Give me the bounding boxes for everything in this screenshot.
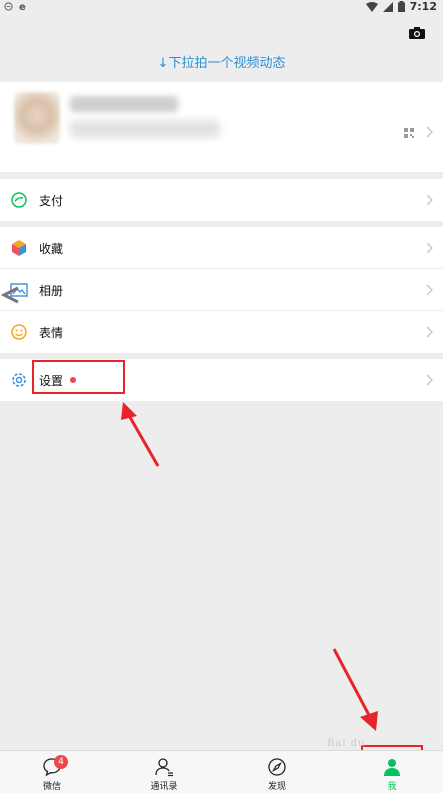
gear-icon [12, 373, 26, 387]
chevron-right-icon [426, 126, 433, 138]
annotation-arrow-settings [121, 402, 160, 467]
blurred-wechat-id [70, 120, 220, 138]
camera-icon[interactable] [409, 27, 425, 39]
tab-label: 发现 [267, 782, 286, 792]
contacts-icon [155, 758, 173, 777]
chevron-right-icon [426, 374, 433, 386]
compass-icon [268, 758, 286, 776]
chevron-right-icon [426, 242, 433, 254]
chevron-right-icon [426, 284, 433, 296]
menu-label: 支付 [39, 194, 64, 208]
qr-code-icon[interactable] [404, 128, 414, 138]
cube-icon [12, 240, 26, 256]
back-gesture-icon [0, 286, 19, 304]
tab-me[interactable]: 我 [362, 751, 422, 793]
tab-label: 通讯录 [150, 782, 178, 792]
menu-group-collections: 收藏 相册 表情 [0, 227, 443, 353]
unread-badge: 4 [54, 755, 68, 769]
tab-discover[interactable]: 发现 [247, 751, 307, 793]
menu-item-pay[interactable]: 支付 [0, 179, 443, 221]
menu-item-stickers[interactable]: 表情 [0, 311, 443, 353]
chevron-right-icon [426, 194, 433, 206]
menu-group-pay: 支付 [0, 179, 443, 221]
bottom-tab-bar: 4 微信 通讯录 发现 我 [0, 750, 443, 793]
profile-card[interactable] [0, 82, 443, 172]
menu-label: 表情 [39, 326, 64, 340]
clock: 7:12 [409, 0, 437, 13]
pull-down-hint: ↓下拉拍一个视频动态 [157, 56, 286, 71]
chevron-right-icon [426, 326, 433, 338]
avatar[interactable] [14, 92, 60, 144]
svg-text:e: e [19, 2, 26, 11]
status-bar: e 7:12 [0, 0, 443, 14]
browser-icon: e [19, 2, 26, 11]
watermark: Bai du [327, 738, 366, 749]
tab-label: 我 [387, 782, 397, 792]
wifi-icon [365, 1, 378, 12]
highlight-box-settings [32, 360, 125, 394]
tab-chats[interactable]: 4 微信 [22, 751, 82, 793]
smiley-icon [11, 324, 27, 340]
tab-contacts[interactable]: 通讯录 [134, 751, 194, 793]
menu-label: 相册 [39, 284, 64, 298]
tab-label: 微信 [42, 782, 61, 792]
wallet-icon [11, 192, 27, 208]
notification-icon [4, 1, 13, 11]
person-icon [384, 759, 400, 776]
signal-icon [382, 1, 393, 12]
menu-item-favorites[interactable]: 收藏 [0, 227, 443, 269]
battery-icon [397, 1, 405, 12]
menu-item-album[interactable]: 相册 [0, 269, 443, 311]
menu-label: 收藏 [39, 242, 64, 256]
blurred-nickname [70, 96, 178, 112]
annotation-arrow-me-tab [332, 648, 378, 731]
